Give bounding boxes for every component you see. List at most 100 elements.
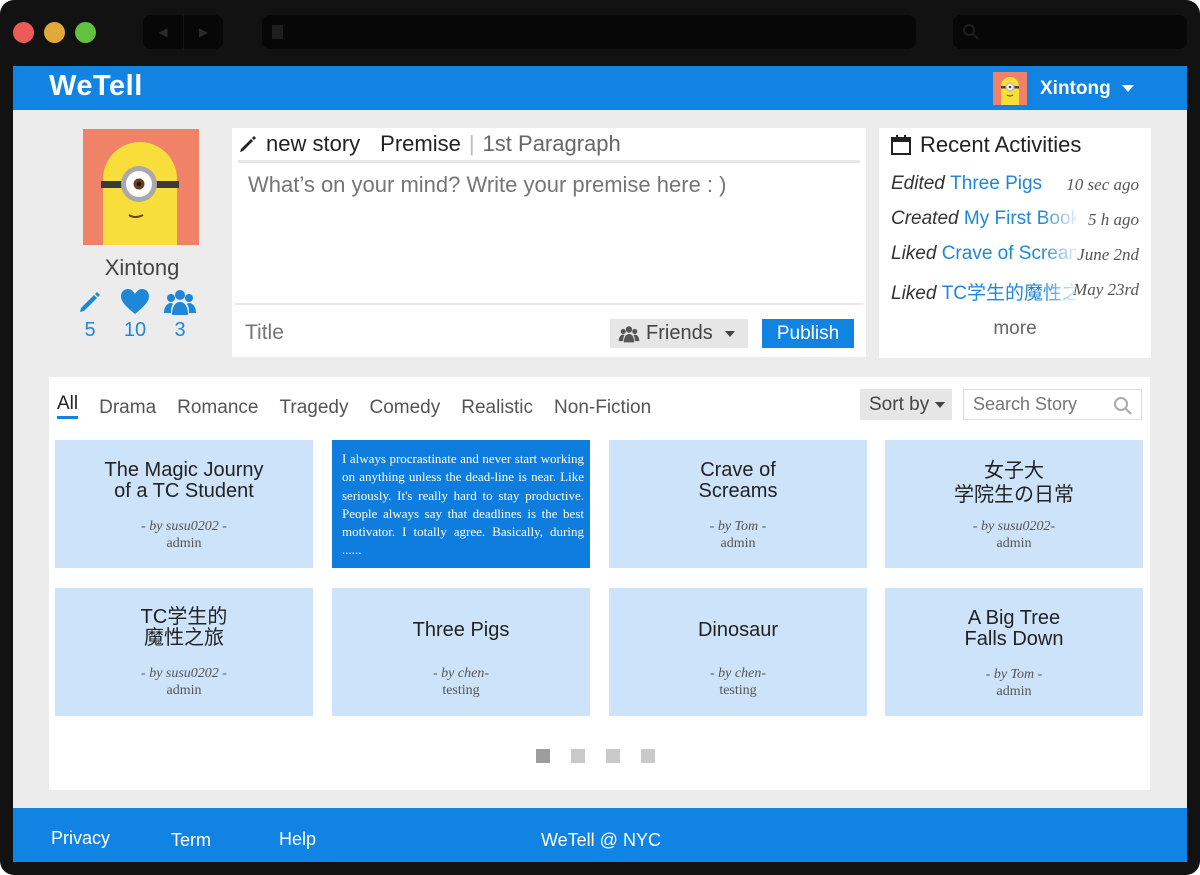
profile-stats: 5 10 3 xyxy=(70,287,200,342)
activity-item: Edited Three Pigs 10 sec ago xyxy=(891,173,1141,203)
story-author: - by susu0202 - xyxy=(141,519,227,534)
activity-time: May 23rd xyxy=(1073,280,1139,299)
sort-dropdown[interactable]: Sort by xyxy=(860,389,952,420)
recent-activities-panel: Recent Activities Edited Three Pigs 10 s… xyxy=(879,128,1151,358)
story-author: - by susu0202 - xyxy=(141,666,227,681)
premise-input[interactable] xyxy=(248,172,848,198)
app-logo[interactable]: WeTell xyxy=(49,70,143,103)
caret-down-icon xyxy=(724,330,735,337)
genre-tabs: All Drama Romance Tragedy Comedy Realist… xyxy=(57,393,672,419)
story-author-role: admin xyxy=(996,536,1032,551)
story-author: - by Tom - xyxy=(985,667,1043,682)
chevron-left-icon: ◀ xyxy=(158,25,168,39)
story-title: Crave of Screams xyxy=(698,459,778,502)
story-footer: Friends Publish xyxy=(235,303,863,357)
story-title: Dinosaur xyxy=(697,619,779,641)
maximize-window-button[interactable] xyxy=(75,22,96,43)
stories-stat[interactable]: 5 xyxy=(70,287,110,342)
search-icon[interactable] xyxy=(1113,396,1133,416)
back-button[interactable]: ◀ xyxy=(143,15,183,49)
tab-genre-comedy[interactable]: Comedy xyxy=(369,397,440,419)
forward-button[interactable]: ▶ xyxy=(183,15,223,49)
caret-down-icon xyxy=(1121,85,1134,92)
tab-genre-tragedy[interactable]: Tragedy xyxy=(279,397,348,419)
stories-count: 5 xyxy=(84,319,96,341)
close-window-button[interactable] xyxy=(13,22,34,43)
tab-genre-realistic[interactable]: Realistic xyxy=(461,397,533,419)
activity-action: Created xyxy=(891,208,959,229)
story-author: - by chen- xyxy=(433,666,489,681)
story-author-role: admin xyxy=(720,536,756,551)
chevron-right-icon: ▶ xyxy=(198,25,209,39)
story-card[interactable]: TC学生的 魔性之旅 - by susu0202 - admin xyxy=(55,588,313,716)
profile-avatar[interactable] xyxy=(83,129,199,245)
user-menu[interactable]: Xintong xyxy=(993,72,1134,105)
activity-item: Created My First Book 5 h ago xyxy=(891,208,1141,238)
story-card[interactable]: Dinosaur - by chen- testing xyxy=(609,588,867,716)
story-search-input[interactable] xyxy=(973,394,1113,415)
tab-genre-drama[interactable]: Drama xyxy=(99,397,156,419)
term-link[interactable]: Term xyxy=(171,830,211,851)
page-4-button[interactable] xyxy=(641,749,655,763)
title-input[interactable] xyxy=(245,321,545,345)
calendar-icon xyxy=(891,135,911,155)
help-link[interactable]: Help xyxy=(279,829,316,850)
tab-genre-all[interactable]: All xyxy=(57,393,79,419)
publish-button[interactable]: Publish xyxy=(762,319,854,348)
recent-activities-title: Recent Activities xyxy=(920,132,1082,157)
tab-new-story[interactable]: new story xyxy=(238,131,360,157)
story-card[interactable]: 女子大 学院生の日常 - by susu0202- admin xyxy=(885,440,1143,568)
page-2-button[interactable] xyxy=(571,749,585,763)
story-card[interactable]: Crave of Screams - by Tom - admin xyxy=(609,440,867,568)
tab-genre-non-fiction[interactable]: Non-Fiction xyxy=(554,397,651,419)
story-title: TC学生的 魔性之旅 xyxy=(140,606,228,649)
story-card[interactable]: The Magic Journy of a TC Student - by su… xyxy=(55,440,313,568)
recent-activities-header: Recent Activities xyxy=(890,132,1081,158)
search-icon xyxy=(963,24,979,40)
friends-stat[interactable]: 3 xyxy=(160,287,200,342)
story-card[interactable]: Three Pigs - by chen- testing xyxy=(332,588,590,716)
pagination xyxy=(536,749,676,763)
profile-card: Xintong 5 10 3 xyxy=(80,129,201,342)
user-name: Xintong xyxy=(1040,77,1111,99)
users-icon xyxy=(164,290,196,315)
story-browser: All Drama Romance Tragedy Comedy Realist… xyxy=(49,377,1150,790)
minimize-window-button[interactable] xyxy=(44,22,65,43)
page-3-button[interactable] xyxy=(606,749,620,763)
page-1-button[interactable] xyxy=(536,749,550,763)
privacy-link[interactable]: Privacy xyxy=(51,828,110,849)
story-tabs: new story Premise | 1st Paragraph xyxy=(238,128,860,163)
activity-target-link[interactable]: Three Pigs xyxy=(950,173,1042,194)
more-activities-link[interactable]: more xyxy=(879,318,1151,340)
story-title: The Magic Journy of a TC Student xyxy=(104,459,264,502)
story-search xyxy=(963,389,1142,420)
story-author-role: testing xyxy=(442,683,480,698)
sort-label: Sort by xyxy=(869,393,930,415)
footer: Privacy Term Help WeTell @ NYC xyxy=(13,808,1187,862)
user-avatar xyxy=(993,72,1027,105)
tab-first-paragraph[interactable]: 1st Paragraph xyxy=(483,131,621,157)
address-bar[interactable] xyxy=(262,15,916,49)
audience-dropdown[interactable]: Friends xyxy=(610,319,748,348)
story-author-role: admin xyxy=(996,684,1032,699)
story-author-role: admin xyxy=(166,683,202,698)
new-story-label: new story xyxy=(266,131,361,156)
wetell-app: WeTell Xintong Xintong 5 10 3 new story … xyxy=(13,66,1187,862)
likes-stat[interactable]: 10 xyxy=(115,287,155,342)
story-excerpt: I always procrastinate and never start w… xyxy=(342,451,584,558)
story-card[interactable]: A Big Tree Falls Down - by Tom - admin xyxy=(885,588,1143,716)
minion-icon xyxy=(83,129,199,245)
pencil-icon xyxy=(240,136,256,152)
minion-icon xyxy=(993,72,1027,105)
story-card-preview[interactable]: I always procrastinate and never start w… xyxy=(332,440,590,568)
activity-item: Liked TC学生的魔性之旅 May 23rd xyxy=(891,278,1141,308)
browser-search-bar[interactable] xyxy=(953,15,1187,49)
browser-window: ◀ ▶ WeTell Xintong Xintong 5 10 3 new st… xyxy=(0,0,1200,875)
story-author-role: admin xyxy=(166,536,202,551)
story-title: Three Pigs xyxy=(412,619,510,641)
tab-premise[interactable]: Premise xyxy=(380,131,461,157)
activity-time: June 2nd xyxy=(1077,245,1139,264)
tab-genre-romance[interactable]: Romance xyxy=(177,397,258,419)
likes-count: 10 xyxy=(123,319,147,341)
copyright: WeTell @ NYC xyxy=(541,830,661,850)
